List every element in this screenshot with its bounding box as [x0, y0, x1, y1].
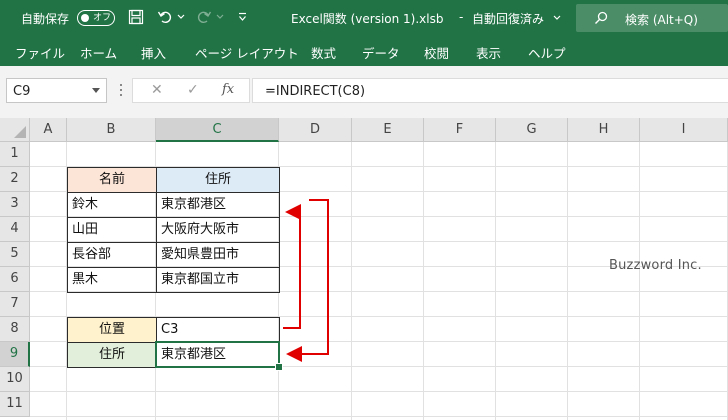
arrow-c3-to-c9	[286, 199, 329, 362]
search-box[interactable]: 検索 (Alt+Q)	[576, 4, 728, 32]
save-status-chevron-icon[interactable]	[553, 15, 561, 21]
ribbon-collapsed-area	[0, 66, 728, 75]
search-label: 検索 (Alt+Q)	[625, 13, 698, 27]
tab-review[interactable]: 校閲	[424, 43, 449, 62]
tab-help[interactable]: ヘルプ	[528, 43, 566, 62]
undo-dropdown-icon[interactable]	[177, 14, 185, 20]
save-status[interactable]: 自動回復済み	[472, 10, 544, 27]
tab-file[interactable]: ファイル	[15, 43, 65, 62]
customize-toolbar-icon[interactable]	[238, 12, 247, 22]
undo-icon[interactable]	[157, 9, 173, 25]
redo-icon[interactable]	[196, 9, 212, 25]
save-icon[interactable]	[128, 9, 144, 25]
insert-function-icon[interactable]: fx	[222, 82, 234, 97]
name-box-dropdown-icon[interactable]	[92, 88, 100, 93]
arrow-c8-to-c3	[283, 204, 301, 329]
formula-bar-resize-handle[interactable]	[120, 84, 122, 98]
title-bar: 自動保存 オフ Excel関数 (version 1).xlsb - 自動回復済…	[0, 0, 728, 36]
tab-page-layout[interactable]: ページ レイアウト	[195, 43, 299, 62]
autosave-label: 自動保存	[21, 12, 70, 26]
tab-home[interactable]: ホーム	[80, 43, 117, 62]
redo-dropdown-icon[interactable]	[216, 14, 224, 20]
cancel-icon[interactable]: ✕	[151, 82, 163, 98]
name-box-value: C9	[13, 84, 31, 99]
tab-insert[interactable]: 挿入	[141, 43, 166, 62]
toggle-knob	[81, 14, 89, 22]
tab-data[interactable]: データ	[362, 43, 400, 62]
autosave-state: オフ	[93, 13, 112, 23]
formula-bar: C9 ✕ ✓ fx =INDIRECT(C8)	[0, 75, 728, 109]
autosave-toggle[interactable]: オフ	[77, 10, 115, 26]
formula-bar-spacer	[0, 109, 728, 118]
ribbon-tabs: ファイル ホーム 挿入 ページ レイアウト 数式 データ 校閲 表示 ヘルプ	[0, 36, 728, 66]
title-separator: -	[459, 10, 464, 24]
formula-text: =INDIRECT(C8)	[265, 84, 366, 99]
name-box[interactable]: C9	[6, 78, 107, 103]
formula-input[interactable]: =INDIRECT(C8)	[252, 78, 728, 103]
tab-view[interactable]: 表示	[476, 43, 501, 62]
search-icon	[595, 11, 608, 24]
tab-formulas[interactable]: 数式	[311, 43, 336, 62]
watermark: Buzzword Inc.	[609, 258, 702, 273]
formula-buttons: ✕ ✓ fx	[132, 78, 250, 103]
enter-icon[interactable]: ✓	[187, 82, 199, 98]
document-filename: Excel関数 (version 1).xlsb	[291, 12, 444, 26]
